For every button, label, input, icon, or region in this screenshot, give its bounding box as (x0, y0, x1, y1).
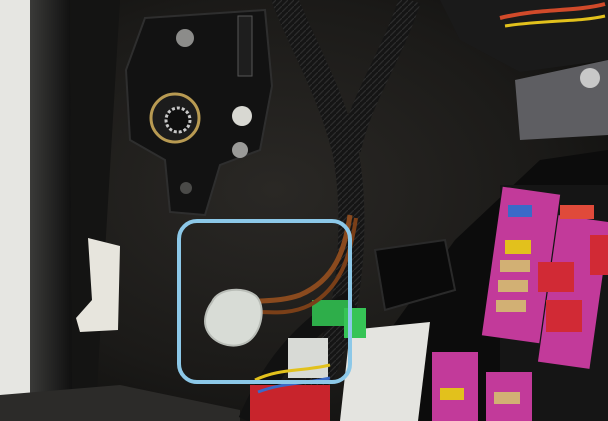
left-trim-pillar (30, 0, 72, 421)
socket-knob (164, 106, 192, 134)
car-trunk-photo (0, 0, 608, 421)
white-clip (232, 106, 252, 126)
bracket-bolt-bottom (180, 182, 192, 194)
fuse-yellow-2 (440, 388, 464, 400)
fuse-tan-3 (496, 300, 526, 312)
fuse-red-4 (590, 235, 608, 275)
fuse-blue-1 (508, 205, 532, 217)
fuse-red-1 (538, 262, 574, 292)
fuse-red-2 (546, 300, 582, 332)
bracket-post (237, 15, 253, 77)
white-ground-connector (204, 288, 263, 347)
cover-screw (580, 68, 600, 88)
fuse-yellow-1 (505, 240, 531, 254)
white-connector-small (288, 338, 328, 378)
fuse-strip-3 (432, 352, 478, 421)
green-connector-2 (344, 308, 366, 338)
bracket-bolt-top (176, 29, 194, 47)
fuse-tan-1 (500, 260, 530, 272)
fuse-tan-2 (498, 280, 528, 292)
fuse-red-3 (560, 205, 594, 219)
left-white-panel (0, 0, 32, 421)
fuse-tan-4 (494, 392, 520, 404)
bracket-bolt-right (232, 142, 248, 158)
